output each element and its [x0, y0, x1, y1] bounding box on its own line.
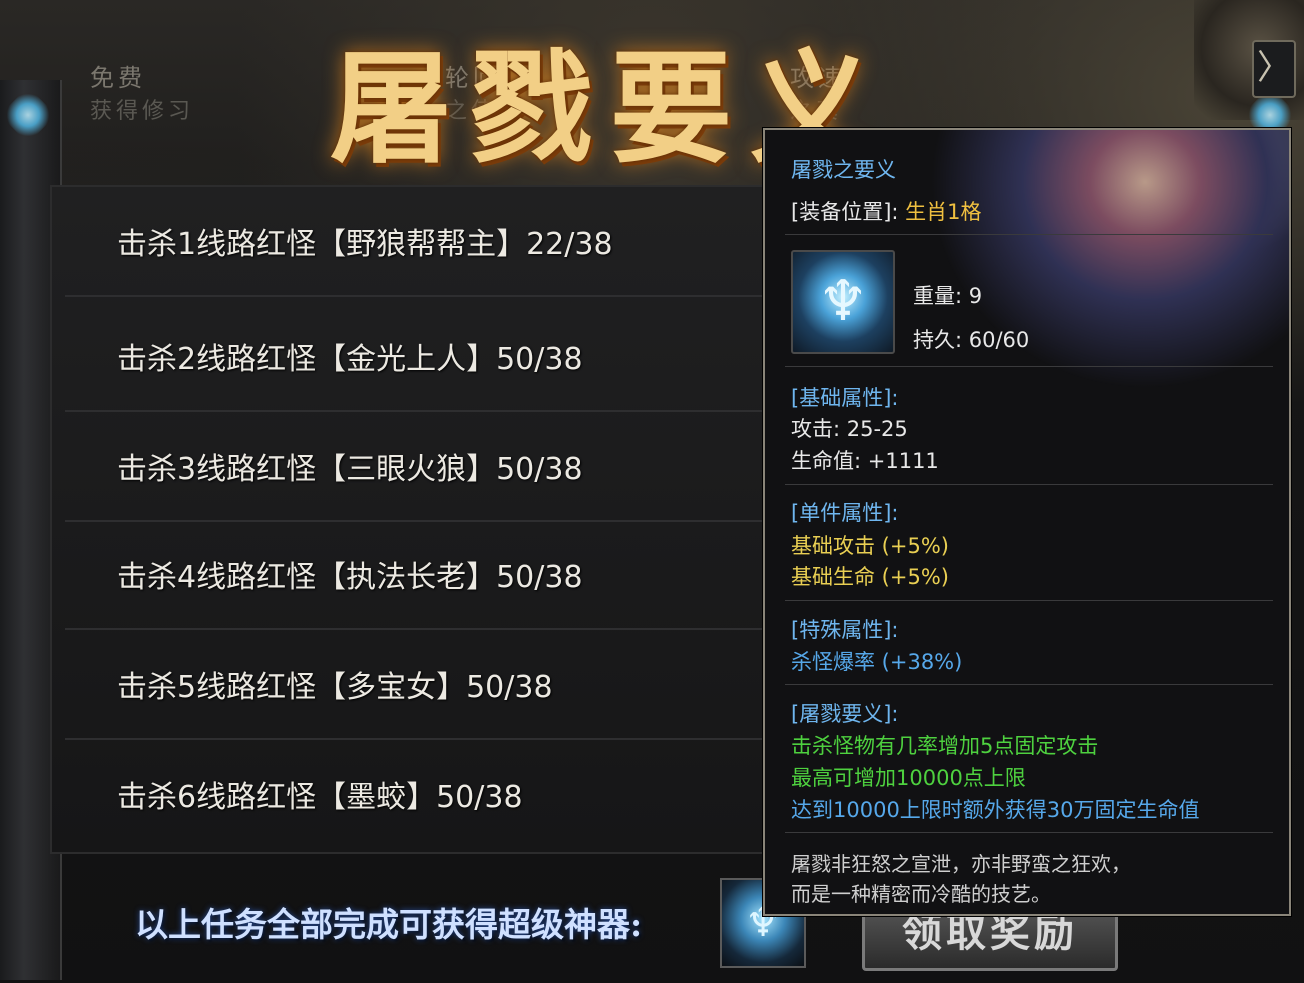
divider [785, 366, 1273, 367]
item-tooltip: 屠戮之要义 [装备位置]: 生肖1格 ♆ 重量: 9 持久: 60/60 [基础… [763, 128, 1291, 916]
divider [785, 600, 1273, 601]
quest-label: 击杀6线路红怪【墨蛟】50/38 [117, 780, 523, 815]
item-weight: 重量: 9 [913, 284, 983, 308]
divider [785, 684, 1273, 685]
equip-slot-value: 生肖1格 [905, 200, 982, 224]
divider [785, 484, 1273, 485]
basic-attr-attack: 攻击: 25-25 [791, 417, 908, 441]
quest-row: 击杀2线路红怪【金光上人】50/38 [65, 300, 765, 412]
quest-row: 击杀1线路红怪【野狼帮帮主】22/38 [65, 185, 765, 297]
equip-slot-label: [装备位置]: [791, 200, 899, 224]
artifact-icon: ♆ [817, 269, 869, 334]
next-arrow-button[interactable]: 〉 [1252, 40, 1296, 98]
basic-attr-header: [基础属性]: [791, 386, 899, 410]
quest-row: 击杀6线路红怪【墨蛟】50/38 [65, 738, 765, 848]
flavor-text: 屠戮非狂怒之宣泄，亦非野蛮之狂欢， [791, 852, 1131, 876]
item-icon: ♆ [791, 250, 895, 354]
special-attr-droprate: 杀怪爆率 (+38%) [791, 650, 963, 674]
basic-attr-hp: 生命值: +1111 [791, 449, 939, 473]
quest-label: 击杀3线路红怪【三眼火狼】50/38 [117, 452, 583, 487]
tab-free-label: 免费 [90, 64, 146, 92]
equip-slot-line: [装备位置]: 生肖1格 [791, 196, 982, 226]
single-attr-hp: 基础生命 (+5%) [791, 565, 949, 589]
divider [785, 234, 1273, 235]
item-durability: 持久: 60/60 [913, 328, 1030, 352]
unique-attr-line: 最高可增加10000点上限 [791, 766, 1026, 790]
single-attr-attack: 基础攻击 (+5%) [791, 534, 949, 558]
tab-free-sub: 获得修习 [90, 99, 195, 124]
quest-label: 击杀5线路红怪【多宝女】50/38 [117, 670, 553, 705]
flavor-text: 而是一种精密而冷酷的技艺。 [791, 882, 1051, 906]
quest-label: 击杀4线路红怪【执法长老】50/38 [117, 560, 583, 595]
divider [785, 832, 1273, 833]
quest-row: 击杀3线路红怪【三眼火狼】50/38 [65, 410, 765, 522]
reward-description: 以上任务全部完成可获得超级神器: [135, 905, 643, 944]
tab-free[interactable]: 免费 获得修习 [90, 58, 194, 125]
special-attr-header: [特殊属性]: [791, 618, 899, 642]
item-name: 屠戮之要义 [791, 158, 896, 182]
quest-label: 击杀1线路红怪【野狼帮帮主】22/38 [117, 227, 613, 262]
unique-attr-line: 击杀怪物有几率增加5点固定攻击 [791, 734, 1099, 758]
single-attr-header: [单件属性]: [791, 501, 899, 525]
quest-row: 击杀5线路红怪【多宝女】50/38 [65, 628, 765, 740]
quest-label: 击杀2线路红怪【金光上人】50/38 [117, 342, 583, 377]
unique-attr-bonus: 达到10000上限时额外获得30万固定生命值 [791, 798, 1200, 822]
unique-attr-header: [屠戮要义]: [791, 702, 899, 726]
quest-row: 击杀4线路红怪【执法长老】50/38 [65, 518, 765, 630]
